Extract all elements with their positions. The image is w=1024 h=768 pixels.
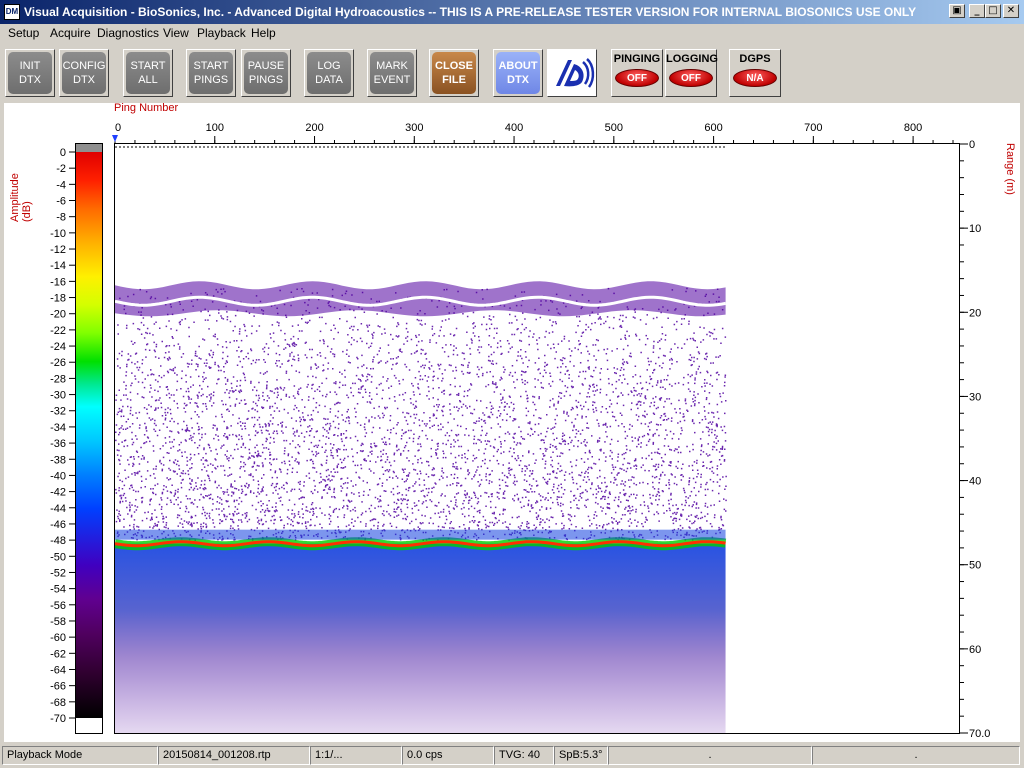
start-pings-button[interactable]: START PINGS: [186, 49, 236, 97]
menu-playback[interactable]: Playback: [197, 26, 246, 40]
water-column-scatter: [115, 287, 727, 541]
button-label: DTX: [73, 74, 95, 86]
button-label: EVENT: [373, 74, 411, 86]
button-label: DATA: [315, 74, 343, 86]
button-label: DTX: [19, 74, 41, 86]
amplitude-axis-label: Amplitude (dB): [9, 173, 33, 222]
button-label: CLOSE: [435, 60, 473, 72]
biosonics-logo-icon: [556, 58, 595, 88]
init-dtx-button[interactable]: INIT DTX: [5, 49, 55, 97]
logging-indicator[interactable]: LOGGING OFF: [665, 49, 718, 97]
logging-status: OFF: [669, 69, 713, 87]
button-label: FILE: [442, 74, 466, 86]
amplitude-colorbar: [75, 143, 103, 734]
logging-label: LOGGING: [666, 53, 718, 65]
button-label: PAUSE: [247, 60, 285, 72]
start-all-button[interactable]: START ALL: [123, 49, 173, 97]
window-title: Visual Acquisition - BioSonics, Inc. - A…: [24, 5, 917, 19]
minimize-button[interactable]: _: [969, 4, 985, 18]
menu-bar: Setup Acquire Diagnostics View Playback …: [0, 24, 1024, 42]
maximize-button[interactable]: □: [985, 4, 1001, 18]
dgps-status: N/A: [733, 69, 777, 87]
bottom-upper-fringe: [115, 529, 726, 540]
colorbar-gradient: [76, 152, 102, 718]
button-label: LOG: [317, 60, 341, 72]
restore-button[interactable]: ▣: [949, 4, 965, 18]
app-icon: DM: [4, 4, 20, 20]
pinging-status: OFF: [615, 69, 659, 87]
echogram-plot[interactable]: [114, 143, 960, 734]
status-tvg: TVG: 40: [494, 746, 554, 765]
status-bar: Playback Mode 20150814_001208.rtp 1:1/..…: [0, 745, 1024, 768]
status-mode: Playback Mode: [2, 746, 158, 765]
button-label: ALL: [138, 74, 158, 86]
pinging-indicator[interactable]: PINGING OFF: [611, 49, 663, 97]
button-label: START: [193, 60, 229, 72]
bottom-backscatter-region: [115, 543, 726, 733]
pause-pings-button[interactable]: PAUSE PINGS: [241, 49, 291, 97]
status-extra-2: .: [812, 746, 1020, 765]
close-file-button[interactable]: CLOSE FILE: [429, 49, 479, 97]
close-button[interactable]: ✕: [1003, 4, 1019, 18]
status-cps: 0.0 cps: [402, 746, 494, 765]
button-label: CONFIG: [62, 60, 106, 72]
button-label: PINGS: [193, 74, 229, 86]
pinging-label: PINGING: [613, 53, 661, 65]
toolbar: INIT DTX CONFIG DTX START ALL START PINGS PA…: [0, 44, 1024, 102]
status-filename: 20150814_001208.rtp: [158, 746, 310, 765]
button-label: ABOUT: [498, 60, 538, 72]
about-dtx-button[interactable]: ABOUT DTX: [493, 49, 543, 97]
status-position: 1:1/...: [310, 746, 402, 765]
button-label: INIT: [19, 60, 41, 72]
range-axis-label: Range (m): [1004, 143, 1016, 195]
menu-diagnostics[interactable]: Diagnostics: [97, 26, 159, 40]
mark-event-button[interactable]: MARK EVENT: [367, 49, 417, 97]
log-data-button[interactable]: LOG DATA: [304, 49, 354, 97]
dgps-indicator[interactable]: DGPS N/A: [729, 49, 781, 97]
menu-help[interactable]: Help: [251, 26, 276, 40]
colorbar-white-segment: [76, 718, 102, 733]
status-spb: SpB:5.3°: [554, 746, 608, 765]
application-window: DM Visual Acquisition - BioSonics, Inc. …: [0, 0, 1024, 768]
button-label: PINGS: [248, 74, 284, 86]
button-label: DTX: [507, 74, 529, 86]
ping-number-label: Ping Number: [114, 102, 179, 114]
echogram-data: [115, 146, 727, 733]
button-label: START: [130, 60, 166, 72]
dgps-label: DGPS: [739, 53, 771, 65]
menu-setup[interactable]: Setup: [8, 26, 39, 40]
config-dtx-button[interactable]: CONFIG DTX: [59, 49, 109, 97]
button-label: MARK: [376, 60, 408, 72]
menu-view[interactable]: View: [163, 26, 189, 40]
biosonics-logo-button[interactable]: [547, 49, 597, 97]
colorbar-gray-segment: [76, 144, 102, 152]
status-extra-1: .: [608, 746, 812, 765]
menu-acquire[interactable]: Acquire: [50, 26, 91, 40]
title-bar: DM Visual Acquisition - BioSonics, Inc. …: [0, 0, 1024, 24]
